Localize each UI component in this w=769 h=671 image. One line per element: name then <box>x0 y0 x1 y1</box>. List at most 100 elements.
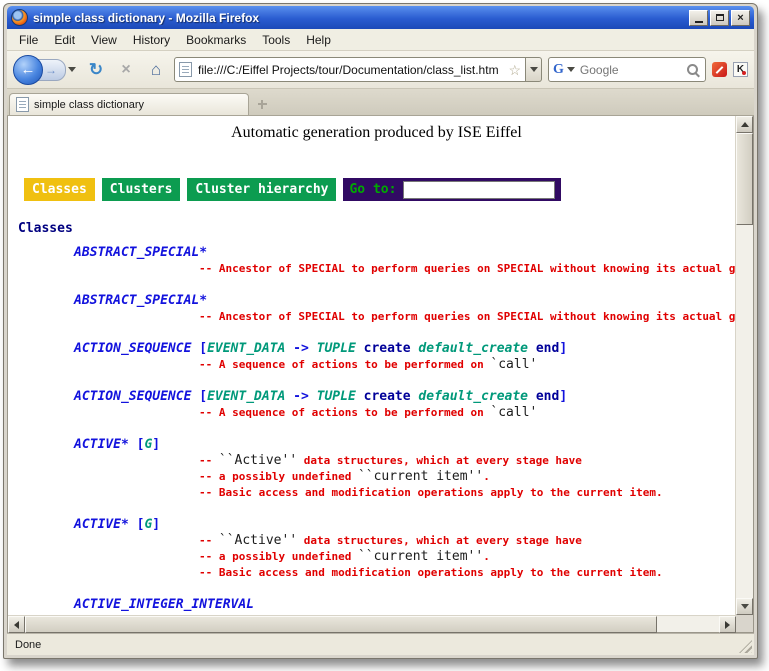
text-segment: ] <box>152 437 160 452</box>
home-button[interactable]: ⌂ <box>144 58 168 82</box>
menu-help[interactable]: Help <box>298 31 339 49</box>
doc-nav-cluster-hierarchy[interactable]: Cluster hierarchy <box>187 178 336 201</box>
addon-icon-red[interactable] <box>712 62 727 77</box>
vertical-scrollbar[interactable] <box>735 116 753 615</box>
scroll-up-button[interactable] <box>736 116 753 133</box>
text-segment <box>356 389 364 404</box>
scroll-right-button[interactable] <box>719 616 736 633</box>
class-comment: -- ``Active'' data structures, which at … <box>18 533 735 549</box>
stop-button[interactable]: × <box>114 58 138 82</box>
addon-icon-k[interactable]: K <box>733 62 748 77</box>
text-segment: [ <box>191 389 207 404</box>
window-title: simple class dictionary - Mozilla Firefo… <box>33 11 684 25</box>
class-name-link[interactable]: ACTIVE_INTEGER_INTERVAL <box>18 596 735 613</box>
titlebar[interactable]: simple class dictionary - Mozilla Firefo… <box>7 6 754 29</box>
class-name-link[interactable]: ABSTRACT_SPECIAL* <box>18 292 735 309</box>
class-comment: -- ``Active'' data structures, which at … <box>18 453 735 469</box>
menu-history[interactable]: History <box>125 31 178 49</box>
goto-input[interactable] <box>403 181 555 199</box>
class-name-link[interactable]: ACTION_SEQUENCE [EVENT_DATA -> TUPLE cre… <box>18 388 735 405</box>
text-segment: data structures, which at every stage ha… <box>297 534 582 547</box>
menu-tools[interactable]: Tools <box>254 31 298 49</box>
maximize-button[interactable] <box>710 10 729 26</box>
text-segment: end <box>536 341 559 356</box>
page-icon <box>179 62 192 77</box>
text-segment: EVENT_DATA <box>207 341 285 356</box>
menu-bookmarks[interactable]: Bookmarks <box>178 31 254 49</box>
menu-edit[interactable]: Edit <box>46 31 83 49</box>
tab-simple-class-dictionary[interactable]: simple class dictionary <box>9 93 249 115</box>
search-engine-dropdown-icon[interactable] <box>567 67 575 72</box>
class-entry: ABSTRACT_SPECIAL*-- Ancestor of SPECIAL … <box>18 244 735 277</box>
search-icon[interactable] <box>687 64 698 75</box>
search-bar: G <box>548 57 706 82</box>
resize-grip[interactable] <box>739 640 752 653</box>
chevron-down-icon <box>530 67 538 72</box>
search-input[interactable] <box>578 62 684 78</box>
home-icon: ⌂ <box>151 60 161 80</box>
text-segment: ACTION_SEQUENCE <box>74 341 191 356</box>
url-bar-group: ☆ <box>174 57 542 82</box>
class-entry: ACTIVE* [G]-- ``Active'' data structures… <box>18 436 735 501</box>
url-input[interactable] <box>196 62 504 78</box>
close-button[interactable]: × <box>731 10 750 26</box>
status-bar: Done <box>7 633 754 655</box>
class-name-link[interactable]: ACTION_SEQUENCE [EVENT_DATA -> TUPLE cre… <box>18 340 735 357</box>
class-comment: -- Basic access and modification operati… <box>18 565 735 581</box>
url-dropdown-button[interactable] <box>526 57 542 82</box>
class-comment: -- a possibly undefined ``current item''… <box>18 469 735 485</box>
class-comment: -- A sequence of actions to be performed… <box>18 405 735 421</box>
class-name-link[interactable]: ABSTRACT_SPECIAL* <box>18 244 735 261</box>
text-segment: data structures, which at every stage ha… <box>297 454 582 467</box>
menu-view[interactable]: View <box>83 31 125 49</box>
text-segment: `call' <box>490 357 537 372</box>
horizontal-scrollbar[interactable] <box>8 615 736 632</box>
text-segment: ACTIVE* <box>74 437 129 452</box>
class-comment: -- A sequence of actions to be performed… <box>18 357 735 373</box>
doc-nav-clusters[interactable]: Clusters <box>102 178 181 201</box>
text-segment: -- a possibly undefined <box>199 470 358 483</box>
window-controls: × <box>689 10 750 26</box>
class-name-link[interactable]: ACTIVE* [G] <box>18 516 735 533</box>
scrollbar-corner <box>736 615 753 632</box>
class-comment: -- a possibly undefined ``current item''… <box>18 549 735 565</box>
horizontal-scrollbar-thumb[interactable] <box>25 616 657 633</box>
menu-file[interactable]: File <box>11 31 46 49</box>
class-comment: -- Basic access and modification operati… <box>18 485 735 501</box>
class-list: ABSTRACT_SPECIAL*-- Ancestor of SPECIAL … <box>18 244 735 613</box>
class-entry: ABSTRACT_SPECIAL*-- Ancestor of SPECIAL … <box>18 292 735 325</box>
text-segment: ABSTRACT_SPECIAL* <box>74 245 207 260</box>
doc-nav-row: ClassesClustersCluster hierarchy Go to: <box>24 178 735 201</box>
google-logo-icon: G <box>553 63 564 77</box>
new-tab-button[interactable] <box>253 95 271 113</box>
text-segment: ACTIVE* <box>74 517 129 532</box>
doc-nav-classes[interactable]: Classes <box>24 178 95 201</box>
back-forward-group: ← → <box>13 55 78 85</box>
text-segment: -> <box>285 341 316 356</box>
text-segment: ``Active'' <box>219 533 297 548</box>
bookmark-star-icon[interactable]: ☆ <box>508 63 521 77</box>
vertical-scrollbar-thumb[interactable] <box>736 133 753 225</box>
horizontal-scrollbar-row <box>8 615 753 632</box>
scroll-left-button[interactable] <box>8 616 25 633</box>
history-dropdown-button[interactable] <box>66 67 78 72</box>
text-segment <box>356 341 364 356</box>
text-segment: TUPLE <box>317 341 356 356</box>
scroll-down-button[interactable] <box>736 598 753 615</box>
back-button[interactable]: ← <box>13 55 43 85</box>
text-segment: default_create <box>418 389 528 404</box>
arrow-up-icon <box>741 122 749 127</box>
minimize-button[interactable] <box>689 10 708 26</box>
text-segment: -- Ancestor of SPECIAL to perform querie… <box>199 310 735 323</box>
page-icon <box>16 97 29 112</box>
k-glyph: K <box>737 64 744 75</box>
text-segment: create <box>364 341 411 356</box>
class-name-link[interactable]: ACTIVE* [G] <box>18 436 735 453</box>
text-segment: ACTION_SEQUENCE <box>74 389 191 404</box>
forward-arrow-icon: → <box>45 63 57 77</box>
maximize-icon <box>716 14 724 21</box>
reload-button[interactable]: ↻ <box>84 58 108 82</box>
text-segment: ``current item'' <box>358 469 483 484</box>
google-g-glyph: G <box>553 62 564 77</box>
class-entry: ACTIVE* [G]-- ``Active'' data structures… <box>18 516 735 581</box>
